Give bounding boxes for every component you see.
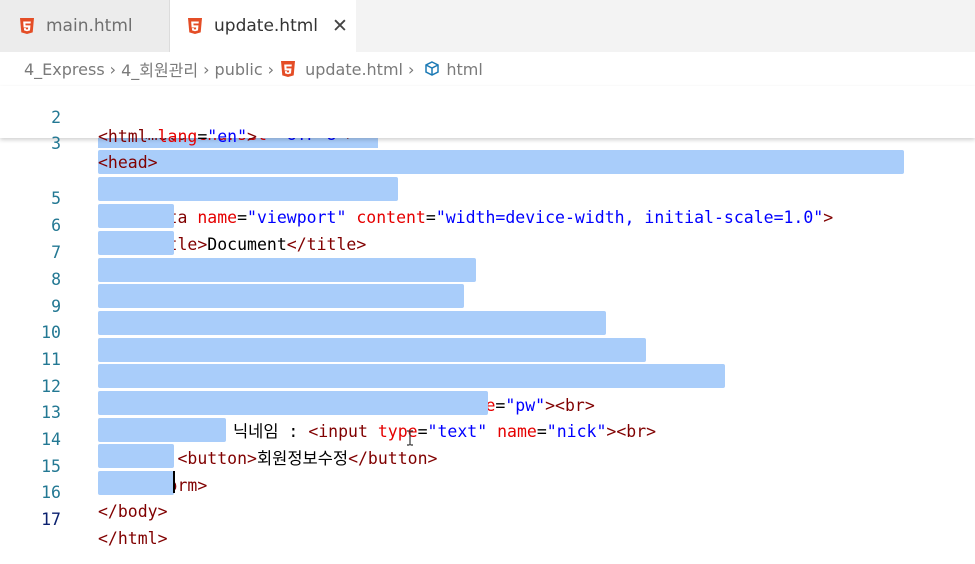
close-icon[interactable]: ✕ — [332, 15, 348, 37]
tab-bar: main.html update.html ✕ — [0, 0, 975, 52]
selection-highlight — [98, 444, 174, 468]
selection-highlight — [98, 231, 174, 255]
code-line[interactable]: 8 <body> — [0, 229, 975, 308]
tab-main-html[interactable]: main.html — [0, 0, 170, 52]
breadcrumb: 4_Express › 4_회원관리 › public › update.htm… — [0, 52, 975, 86]
selection-highlight — [98, 150, 904, 174]
code-line[interactable]: 9 ····<h1>회원정보 수정페이지입니다</h1> — [0, 256, 975, 335]
line-number: 3 — [51, 134, 61, 153]
chevron-right-icon: › — [203, 59, 210, 79]
code-line[interactable]: 12 ········PW : <input type="password" n… — [0, 336, 975, 415]
selection-highlight — [98, 338, 646, 362]
code-line[interactable]: 15 ····</form> — [0, 416, 975, 495]
code-line[interactable]: 10 ····<form action="" method="post"> — [0, 282, 975, 361]
chevron-right-icon: › — [267, 59, 275, 79]
breadcrumb-item[interactable]: 4_회원관리 — [121, 57, 198, 81]
selection-highlight — [98, 177, 398, 201]
code-line[interactable]: 11 ········ID : <input type="text" name=… — [0, 309, 975, 388]
code-line[interactable]: 6 ····<title>Document</title> — [0, 175, 975, 254]
tab-label: update.html — [214, 16, 319, 36]
html5-icon — [188, 18, 202, 34]
selection-highlight — [98, 418, 226, 442]
html5-icon — [20, 18, 34, 34]
tab-update-html[interactable]: update.html ✕ — [170, 0, 356, 52]
code-text: </html> — [98, 529, 168, 548]
selection-highlight — [98, 204, 174, 228]
breadcrumb-item[interactable]: html — [446, 60, 482, 79]
code-line[interactable]: 17 </html> — [0, 469, 975, 548]
breadcrumb-item[interactable]: public — [215, 60, 263, 79]
cube-icon — [425, 61, 440, 76]
text-cursor-icon — [407, 430, 413, 446]
selection-highlight — [98, 258, 476, 282]
code-line[interactable]: 13 ········수정할 닉네임 : <input type="text" … — [0, 362, 975, 441]
breadcrumb-item[interactable]: 4_Express — [24, 60, 105, 79]
line-number: 17 — [41, 510, 61, 529]
code-line[interactable]: 16 </body> — [0, 442, 975, 521]
code-text: </body> — [98, 502, 168, 521]
selection-highlight — [98, 311, 606, 335]
code-text: <head> — [98, 153, 158, 172]
html5-icon — [281, 61, 296, 77]
selection-highlight — [98, 364, 725, 388]
code-line[interactable]: 2 <html lang="en"> — [0, 86, 975, 146]
text-caret — [173, 471, 175, 493]
selection-highlight — [98, 391, 488, 415]
sticky-scroll-header[interactable]: 2 <html lang="en"> 3 <head> — [0, 86, 975, 172]
selection-highlight — [98, 471, 174, 495]
code-line[interactable]: 7 </head> — [0, 202, 975, 281]
chevron-right-icon: › — [407, 59, 415, 79]
selection-highlight — [98, 284, 464, 308]
breadcrumb-item[interactable]: update.html — [305, 60, 403, 79]
chevron-right-icon: › — [109, 59, 117, 79]
tab-label: main.html — [46, 16, 133, 36]
code-line[interactable]: 14 ········<button>회원정보수정</button> — [0, 389, 975, 468]
code-line[interactable]: 3 <head> — [0, 112, 975, 172]
